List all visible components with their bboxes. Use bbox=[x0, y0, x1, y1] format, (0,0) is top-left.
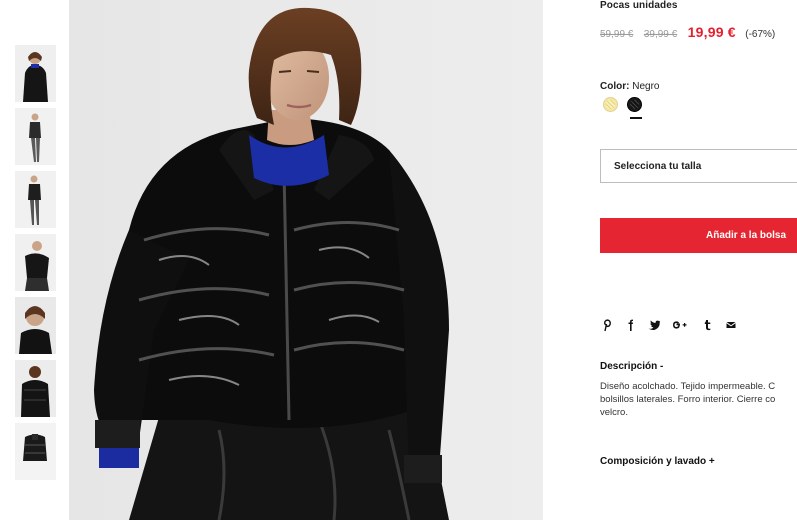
description-text: Diseño acolchado. Tejido impermeable. C … bbox=[600, 380, 797, 419]
thumbnail-3[interactable] bbox=[15, 171, 56, 228]
stock-status: Pocas unidades bbox=[600, 0, 678, 11]
color-label: Color: bbox=[600, 81, 630, 92]
description-line: velcro. bbox=[600, 407, 628, 418]
add-to-bag-button[interactable]: Añadir a la bolsa bbox=[600, 218, 797, 253]
thumbnail-4[interactable] bbox=[15, 234, 56, 291]
google-plus-icon[interactable] bbox=[671, 318, 689, 332]
price-row: 59,99 € 39,99 € 19,99 € (-67%) bbox=[600, 24, 775, 40]
product-main-image[interactable] bbox=[69, 0, 543, 520]
thumbnail-6[interactable] bbox=[15, 360, 56, 417]
product-info-panel: Pocas unidades 59,99 € 39,99 € 19,99 € (… bbox=[600, 0, 797, 520]
color-swatch-black[interactable] bbox=[627, 97, 642, 112]
size-select[interactable]: Selecciona tu talla bbox=[600, 149, 797, 183]
current-price: 19,99 € bbox=[687, 24, 736, 40]
thumbnail-1[interactable] bbox=[15, 45, 56, 102]
previous-price: 39,99 € bbox=[643, 29, 678, 40]
thumbnail-2[interactable] bbox=[15, 108, 56, 165]
description-toggle[interactable]: Descripción - bbox=[600, 361, 663, 372]
pinterest-icon[interactable] bbox=[600, 318, 614, 332]
color-swatch-yellow[interactable] bbox=[603, 97, 618, 112]
color-value: Negro bbox=[632, 81, 660, 92]
color-label-row: Color: Negro bbox=[600, 81, 659, 92]
description-line: bolsillos laterales. Forro interior. Cie… bbox=[600, 394, 776, 405]
thumbnail-7[interactable] bbox=[15, 423, 56, 480]
twitter-icon[interactable] bbox=[647, 318, 661, 332]
original-price: 59,99 € bbox=[600, 29, 634, 40]
description-line: Diseño acolchado. Tejido impermeable. C bbox=[600, 381, 776, 392]
composition-toggle[interactable]: Composición y lavado + bbox=[600, 456, 715, 467]
thumbnail-5[interactable] bbox=[15, 297, 56, 354]
facebook-icon[interactable] bbox=[624, 318, 638, 332]
email-icon[interactable] bbox=[724, 318, 738, 332]
discount-badge: (-67%) bbox=[745, 29, 776, 40]
size-select-placeholder: Selecciona tu talla bbox=[614, 161, 702, 172]
tumblr-icon[interactable] bbox=[701, 318, 715, 332]
add-to-bag-label: Añadir a la bolsa bbox=[706, 230, 787, 241]
selected-swatch-indicator bbox=[630, 117, 642, 119]
